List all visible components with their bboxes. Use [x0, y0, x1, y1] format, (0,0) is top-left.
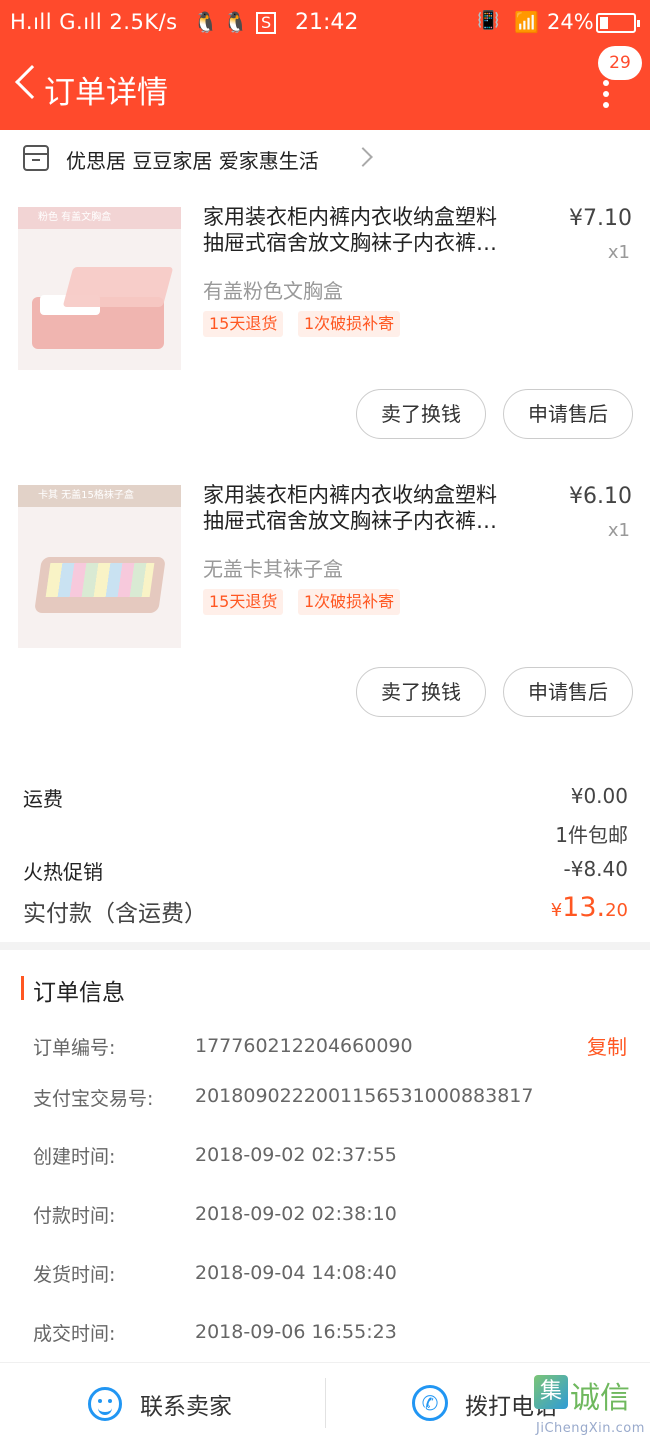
promo-label: 火热促销 [23, 860, 103, 884]
qq-icon: 🐧 [193, 10, 218, 34]
shop-name: 优思居 豆豆家居 爱家惠生活 [66, 149, 319, 173]
watermark-icon: 集 [534, 1375, 568, 1409]
watermark-url: JiChengXin.com [536, 1421, 645, 1436]
shop-row[interactable]: 优思居 豆豆家居 爱家惠生活 [0, 130, 650, 187]
sock-tray-graphic [34, 545, 166, 621]
battery-icon [596, 13, 640, 33]
bottom-action-bar: 联系卖家 ✆ 拨打电话 集 诚信 JiChengXin.com [0, 1362, 650, 1452]
after-sales-button[interactable]: 申请售后 [503, 389, 633, 439]
created-time-label: 创建时间: [33, 1146, 116, 1168]
shipping-value: ¥0.00 [570, 784, 628, 808]
product-image[interactable]: 粉色 有盖文胸盒 [18, 207, 181, 370]
order-number-label: 订单编号: [33, 1037, 116, 1059]
shipping-note: 1件包邮 [555, 823, 628, 847]
copy-button[interactable]: 复制 [587, 1031, 627, 1060]
created-time-value: 2018-09-02 02:37:55 [195, 1144, 397, 1166]
vibrate-icon: 📳 [477, 10, 500, 31]
wifi-icon: 📶 [514, 10, 539, 34]
image-caption: 卡其 无盖15格袜子盒 [18, 485, 181, 507]
product-quantity: x1 [607, 242, 630, 263]
promo-value: -¥8.40 [563, 857, 628, 881]
watermark-text: 诚信 [570, 1381, 630, 1416]
shipped-time-label: 发货时间: [33, 1264, 116, 1286]
alipay-trade-label: 支付宝交易号: [33, 1088, 154, 1110]
product-variant: 有盖粉色文胸盒 [203, 279, 343, 303]
product-title[interactable]: 家用装衣柜内裤内衣收纳盒塑料 抽屉式宿舍放文胸袜子内衣裤… [203, 482, 533, 534]
status-bar: H.ıll G.ıll 2.5K/s 🐧 🐧 S 21:42 📳 📶 24% [0, 0, 650, 46]
return-policy-tag: 15天退货 [203, 589, 284, 615]
store-icon [23, 145, 49, 171]
contact-seller-button[interactable]: 联系卖家 [140, 1387, 232, 1421]
order-item[interactable]: 粉色 有盖文胸盒 家用装衣柜内裤内衣收纳盒塑料 抽屉式宿舍放文胸袜子内衣裤… ¥… [0, 187, 650, 465]
product-image[interactable]: 卡其 无盖15格袜子盒 [18, 485, 181, 648]
chevron-right-icon [353, 147, 373, 167]
completed-time-value: 2018-09-06 16:55:23 [195, 1321, 397, 1343]
network-signal: H.ıll G.ıll 2.5K/s [10, 10, 178, 34]
paid-amount: ¥13.20 [550, 892, 628, 923]
qq-icon: 🐧 [223, 10, 248, 34]
price-summary: 运费 ¥0.00 1件包邮 火热促销 -¥8.40 实付款（含运费） ¥13.2… [0, 742, 650, 942]
watermark-logo: 集 诚信 JiChengXin.com [532, 1373, 646, 1443]
image-caption: 粉色 有盖文胸盒 [18, 207, 181, 229]
sim-icon: S [256, 12, 277, 34]
phone-icon[interactable]: ✆ [412, 1385, 448, 1421]
product-quantity: x1 [607, 520, 630, 541]
product-price: ¥7.10 [569, 206, 632, 231]
shipped-time-value: 2018-09-04 14:08:40 [195, 1262, 397, 1284]
completed-time-label: 成交时间: [33, 1323, 116, 1345]
product-variant: 无盖卡其袜子盒 [203, 557, 343, 581]
alipay-trade-value: 2018090222001156531000883817 [195, 1085, 534, 1107]
resell-button[interactable]: 卖了换钱 [356, 667, 486, 717]
more-vertical-icon[interactable] [603, 80, 609, 110]
divider [325, 1378, 326, 1428]
paid-label: 实付款（含运费） [23, 901, 207, 927]
page-title: 订单详情 [44, 75, 168, 111]
paid-time-label: 付款时间: [33, 1205, 116, 1227]
storage-box-graphic [28, 265, 174, 355]
clock: 21:42 [295, 10, 359, 35]
product-price: ¥6.10 [569, 484, 632, 509]
after-sales-button[interactable]: 申请售后 [503, 667, 633, 717]
damage-policy-tag: 1次破损补寄 [298, 589, 401, 615]
order-info-section: 订单信息 订单编号: 177760212204660090 复制 支付宝交易号:… [0, 950, 650, 1362]
paid-time-value: 2018-09-02 02:38:10 [195, 1203, 397, 1225]
order-number-value: 177760212204660090 [195, 1035, 413, 1057]
chat-icon[interactable] [88, 1387, 122, 1421]
shipping-label: 运费 [23, 787, 63, 811]
nav-bar: 订单详情 29 [0, 46, 650, 130]
damage-policy-tag: 1次破损补寄 [298, 311, 401, 337]
section-accent-bar [21, 976, 24, 1000]
return-policy-tag: 15天退货 [203, 311, 284, 337]
order-item[interactable]: 卡其 无盖15格袜子盒 家用装衣柜内裤内衣收纳盒塑料 抽屉式宿舍放文胸袜子内衣裤… [0, 465, 650, 743]
product-title[interactable]: 家用装衣柜内裤内衣收纳盒塑料 抽屉式宿舍放文胸袜子内衣裤… [203, 204, 533, 256]
section-title: 订单信息 [33, 980, 125, 1006]
battery-percent: 24% [547, 10, 594, 34]
resell-button[interactable]: 卖了换钱 [356, 389, 486, 439]
message-badge[interactable]: 29 [598, 46, 642, 80]
